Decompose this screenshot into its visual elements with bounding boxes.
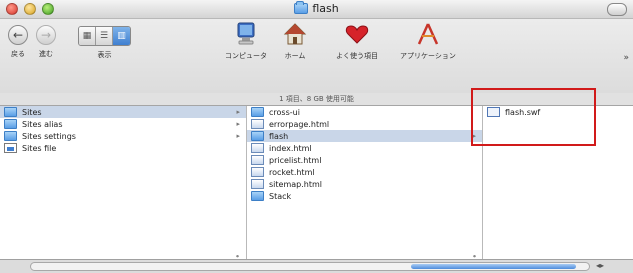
document-icon xyxy=(251,179,264,189)
list-item-label: rocket.html xyxy=(269,167,315,177)
list-item-label: index.html xyxy=(269,143,312,153)
folder-icon xyxy=(4,107,17,117)
list-item[interactable]: cross-ui xyxy=(247,106,482,118)
forward-arrow-icon: → xyxy=(36,25,56,45)
horizontal-scrollbar[interactable] xyxy=(30,262,590,271)
list-view-icon[interactable]: ☰ xyxy=(96,27,113,45)
list-item-label: pricelist.html xyxy=(269,155,322,165)
disclosure-arrow-icon: ▸ xyxy=(236,120,240,128)
scrollbar-thumb[interactable] xyxy=(411,264,576,269)
column-2[interactable]: cross-ui errorpage.html flash ▸ index.html pr… xyxy=(247,106,483,259)
list-item-label: Stack xyxy=(269,191,292,201)
toolbar: ← 戻る → 進む ▦ ☰ ▥ 表示 コンピュータ ホーム よく使う項目 アプリ… xyxy=(0,19,633,93)
window-title-area: flash xyxy=(0,1,633,15)
finder-window: flash ← 戻る → 進む ▦ ☰ ▥ 表示 コンピュータ ホーム よく使う… xyxy=(0,0,633,273)
view-segmented-control[interactable]: ▦ ☰ ▥ xyxy=(78,26,131,46)
icon-view-icon[interactable]: ▦ xyxy=(79,27,96,45)
toolbar-overflow-icon[interactable]: » xyxy=(623,53,629,63)
column-view-icon[interactable]: ▥ xyxy=(113,27,130,45)
home-button[interactable]: ホーム xyxy=(282,21,308,61)
home-label: ホーム xyxy=(284,52,306,60)
folder-icon xyxy=(294,1,309,14)
computer-icon xyxy=(233,21,259,47)
forward-label: 進む xyxy=(39,50,53,58)
column-1[interactable]: Sites ▸ Sites alias ▸ Sites settings ▸ Sites f… xyxy=(0,106,247,259)
folder-icon xyxy=(4,119,17,129)
list-item-label: sitemap.html xyxy=(269,179,322,189)
back-label: 戻る xyxy=(11,50,25,58)
list-item[interactable]: Stack xyxy=(247,190,482,202)
folder-icon xyxy=(251,107,264,117)
forward-button[interactable]: → 進む xyxy=(36,25,56,59)
highlight-annotation-box xyxy=(471,88,596,146)
list-item[interactable]: rocket.html xyxy=(247,166,482,178)
folder-icon xyxy=(251,191,264,201)
toolbar-toggle-button[interactable] xyxy=(607,3,627,16)
applications-icon xyxy=(415,21,441,47)
document-icon xyxy=(251,143,264,153)
disclosure-arrow-icon: ▸ xyxy=(236,132,240,140)
view-control[interactable]: ▦ ☰ ▥ 表示 xyxy=(78,26,131,60)
back-arrow-icon: ← xyxy=(8,25,28,45)
back-button[interactable]: ← 戻る xyxy=(8,25,28,59)
list-item-label: errorpage.html xyxy=(269,119,330,129)
list-item[interactable]: pricelist.html xyxy=(247,154,482,166)
favorites-button[interactable]: よく使う項目 xyxy=(336,21,378,61)
list-item-label: cross-ui xyxy=(269,107,300,117)
list-item[interactable]: Sites alias ▸ xyxy=(0,118,246,130)
document-icon xyxy=(251,155,264,165)
computer-label: コンピュータ xyxy=(225,52,267,60)
applications-label: アプリケーション xyxy=(400,52,456,60)
list-item[interactable]: Sites file xyxy=(0,142,246,154)
title-bar[interactable]: flash xyxy=(0,0,633,19)
folder-icon xyxy=(4,131,17,141)
window-title: flash xyxy=(312,2,339,15)
computer-button[interactable]: コンピュータ xyxy=(225,21,267,61)
list-item-label: Sites xyxy=(22,107,42,117)
document-icon xyxy=(251,119,264,129)
list-item[interactable]: Sites settings ▸ xyxy=(0,130,246,142)
folder-icon xyxy=(251,131,264,141)
favorites-label: よく使う項目 xyxy=(336,52,378,60)
list-item[interactable]: index.html xyxy=(247,142,482,154)
heart-icon xyxy=(344,21,370,47)
list-item-label: Sites settings xyxy=(22,131,76,141)
disclosure-arrow-icon: ▸ xyxy=(236,108,240,116)
view-label: 表示 xyxy=(97,51,112,59)
applications-button[interactable]: アプリケーション xyxy=(400,21,456,61)
list-item[interactable]: Sites ▸ xyxy=(0,106,246,118)
scroll-arrows-icon[interactable]: ◂▸ xyxy=(596,261,604,270)
home-icon xyxy=(282,21,308,47)
list-item[interactable]: errorpage.html xyxy=(247,118,482,130)
document-icon xyxy=(4,143,17,153)
list-item-label: Sites file xyxy=(22,143,57,153)
list-item[interactable]: flash ▸ xyxy=(247,130,482,142)
document-icon xyxy=(251,167,264,177)
list-item-label: flash xyxy=(269,131,289,141)
list-item[interactable]: sitemap.html xyxy=(247,178,482,190)
list-item-label: Sites alias xyxy=(22,119,63,129)
